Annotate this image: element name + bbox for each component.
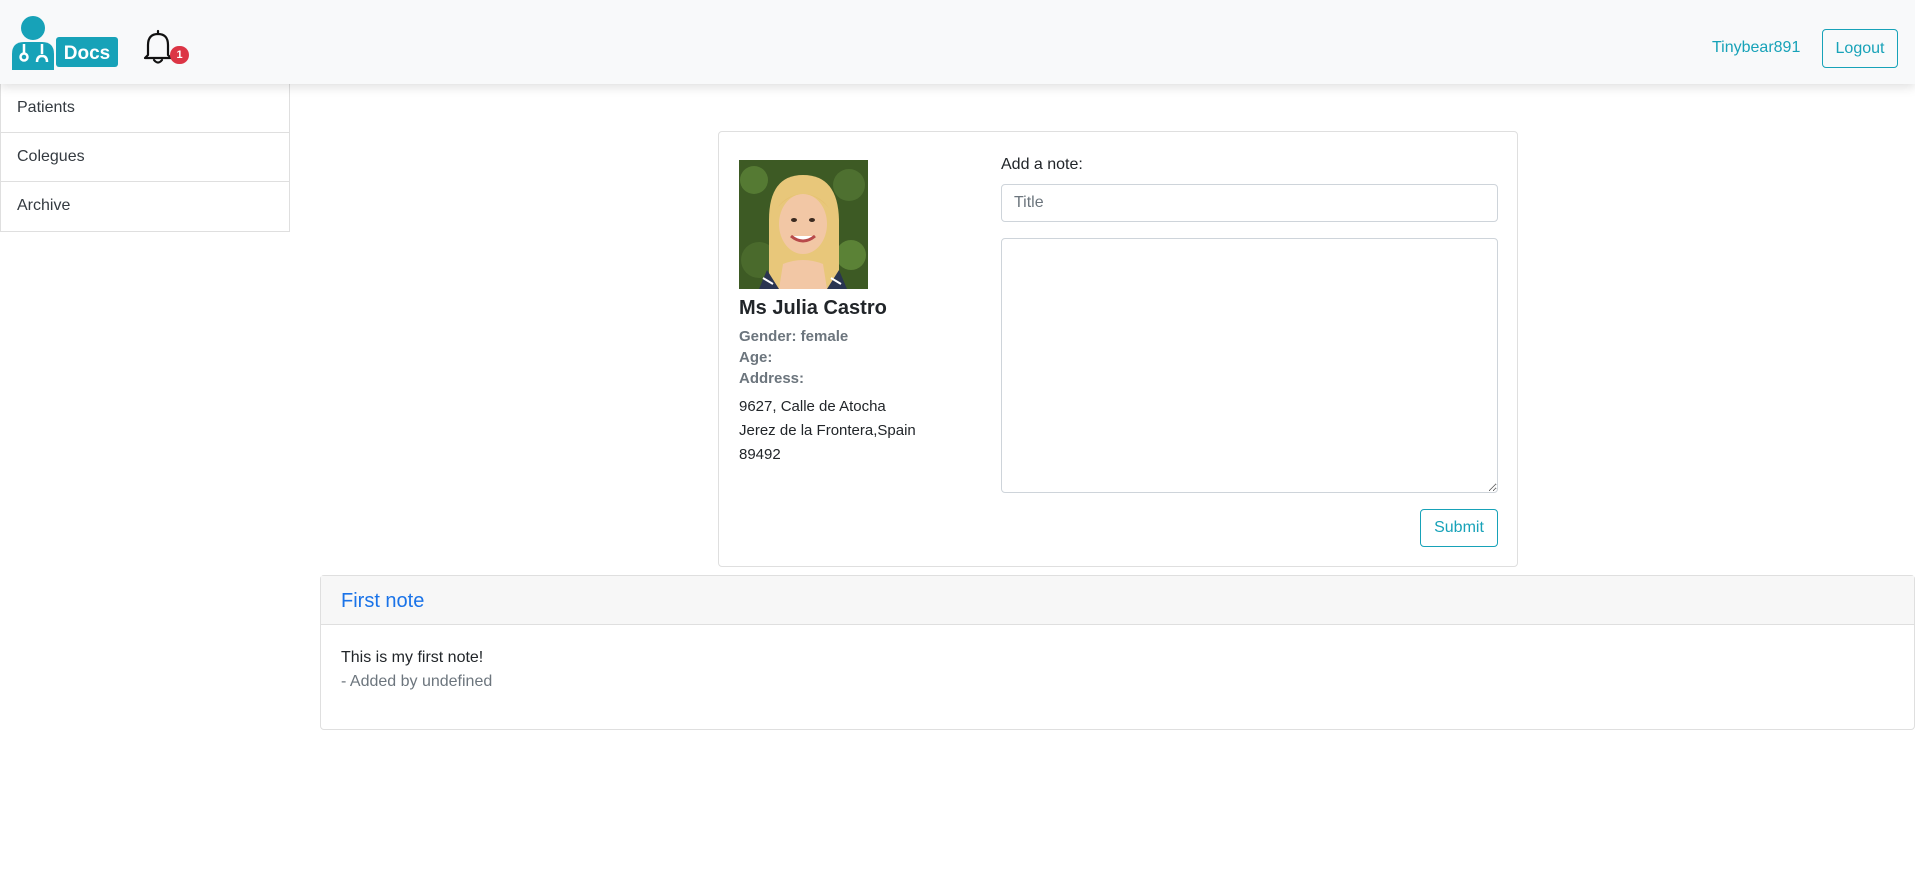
patient-address-label: Address:: [739, 370, 805, 387]
logout-button[interactable]: Logout: [1822, 29, 1898, 68]
bell-icon: [143, 29, 173, 64]
note-header: First note: [321, 576, 1914, 625]
username-link[interactable]: Tinybear891: [1712, 39, 1800, 57]
notification-badge: 1: [170, 46, 189, 64]
sidebar-item-patients[interactable]: Patients: [1, 84, 289, 133]
sidebar: Patients Colegues Archive: [0, 84, 290, 232]
patient-card: Ms Julia Castro Gender: female Age: Addr…: [718, 131, 1518, 567]
docs-logo[interactable]: Docs: [12, 16, 118, 70]
patient-name: Ms Julia Castro: [739, 297, 887, 319]
patient-gender: Gender: female: [739, 328, 849, 345]
note-title[interactable]: First note: [341, 590, 424, 612]
address-line: Jerez de la Frontera,Spain: [739, 422, 916, 439]
patient-photo: [739, 160, 868, 289]
add-note-label: Add a note:: [1001, 156, 1083, 173]
sidebar-item-archive[interactable]: Archive: [1, 182, 289, 231]
submit-button[interactable]: Submit: [1420, 509, 1498, 547]
logo-text: Docs: [64, 43, 110, 64]
note-text: This is my first note!: [341, 649, 484, 666]
note-title-input[interactable]: [1001, 184, 1498, 222]
patient-age: Age:: [739, 349, 773, 366]
top-navbar: Docs 1 Tinybear891 Logout: [0, 0, 1915, 84]
note-body-textarea[interactable]: [1001, 238, 1498, 493]
note-author: - Added by undefined: [341, 673, 493, 690]
address-line: 9627, Calle de Atocha: [739, 398, 886, 415]
sidebar-item-colegues[interactable]: Colegues: [1, 133, 289, 182]
note-card: First note This is my first note! - Adde…: [320, 575, 1915, 730]
notification-button[interactable]: 1: [143, 29, 193, 69]
address-line: 89492: [739, 446, 781, 463]
